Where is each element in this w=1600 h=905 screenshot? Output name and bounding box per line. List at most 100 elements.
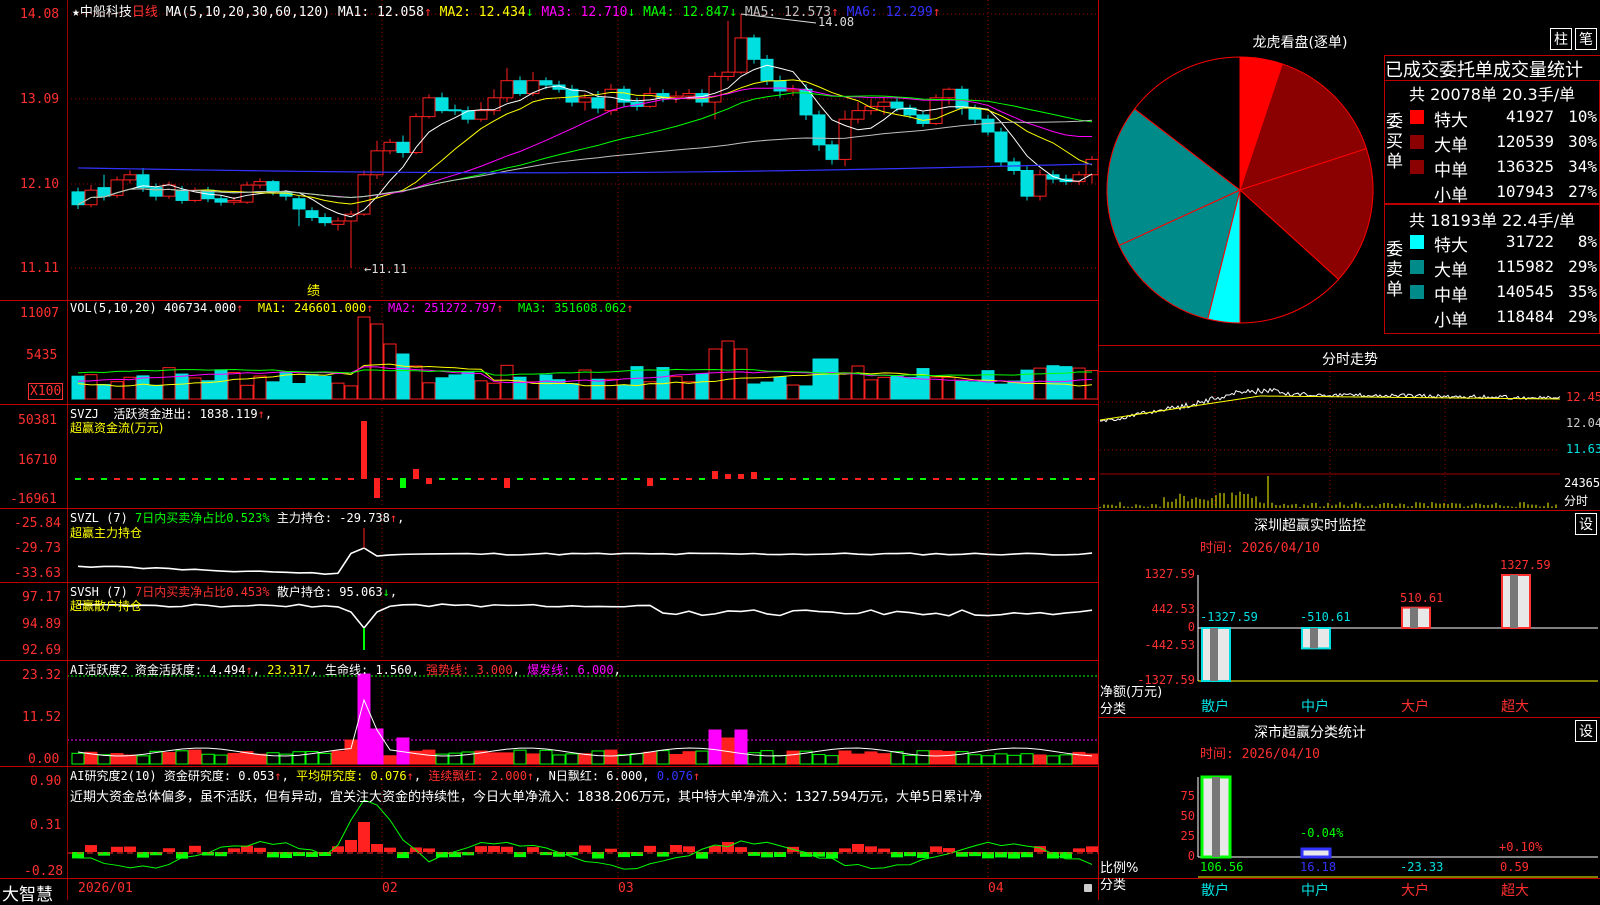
lock-icon[interactable] xyxy=(1084,884,1092,892)
ai-active-bar xyxy=(617,754,631,765)
svzj-bar xyxy=(621,478,627,480)
cls-category: 大户 xyxy=(1401,883,1429,899)
mon-bar-label: -510.61 xyxy=(1300,610,1351,624)
candle-down xyxy=(955,88,969,109)
svzj-bar xyxy=(179,478,185,480)
svzj-bar xyxy=(374,478,380,498)
vol-bar-up xyxy=(84,374,98,400)
vol-bar-down xyxy=(916,368,930,400)
buy-side-label: 委买单 xyxy=(1386,112,1403,172)
vol-bar-up xyxy=(422,382,436,400)
ai-active-bar xyxy=(175,750,189,765)
ai-active-bar xyxy=(1046,755,1060,765)
svzj-bar xyxy=(881,478,887,480)
candle-down xyxy=(266,181,280,193)
pillar-view-button[interactable]: 柱 xyxy=(1550,28,1572,50)
ai-active-bar xyxy=(825,755,839,765)
ma-arrow: ↓ xyxy=(729,5,745,20)
legend-swatch xyxy=(1410,285,1424,299)
svzj-bar xyxy=(569,478,575,480)
candle-up xyxy=(877,101,891,107)
ai-research-avg: 平均研究度: 0.076 xyxy=(296,769,407,783)
mon-bar-shade xyxy=(1410,607,1418,628)
candle-up xyxy=(123,174,137,181)
svzj-bar xyxy=(309,478,315,480)
ma60-line xyxy=(77,119,1093,206)
ai-active-bar xyxy=(981,755,995,765)
ai-active-bar xyxy=(1059,754,1073,765)
order-percent: 8% xyxy=(1577,232,1597,251)
vol-bar-up xyxy=(162,367,176,400)
stock-name: 中船科技 xyxy=(79,5,132,20)
svzj-bar xyxy=(465,478,471,480)
candle-down xyxy=(435,97,449,112)
ai-research-bar xyxy=(943,848,955,852)
vol-bar-up xyxy=(864,379,878,400)
ai-research-bar xyxy=(488,845,500,852)
sz-class-settings-button[interactable]: 设 xyxy=(1575,720,1597,742)
earnings-marker[interactable]: 绩 xyxy=(307,280,320,299)
ai-active-bar xyxy=(162,752,176,765)
period-label[interactable]: 日线 xyxy=(132,5,158,20)
intraday-divider xyxy=(1099,371,1600,372)
kline-chart-area[interactable] xyxy=(0,0,1600,900)
vol-ma2: MA2: 251272.797 xyxy=(387,301,497,315)
svzl-sub: 超赢主力持仓 xyxy=(70,526,143,540)
svzj-bar xyxy=(322,478,328,480)
svzj-bar xyxy=(608,478,614,480)
ai-active-bar xyxy=(760,750,774,765)
ai-active-bar xyxy=(487,752,501,765)
svzj-bar xyxy=(946,478,952,480)
ai-active-bar xyxy=(344,739,358,765)
svzj-bar xyxy=(595,478,601,480)
vol-bar-down xyxy=(903,376,917,400)
ai-active-bar xyxy=(604,749,618,765)
dragon-tab[interactable]: 已成交委托单成交量统计 xyxy=(1384,55,1600,82)
candle-up xyxy=(786,88,800,92)
candle-up xyxy=(708,75,722,103)
candle-up xyxy=(331,220,345,225)
sell-side-label: 委卖单 xyxy=(1386,240,1403,300)
svzj-bar xyxy=(855,478,861,480)
svzj-bar xyxy=(556,478,562,480)
ai-active-ytick: 0.00 xyxy=(28,752,60,767)
mon-bar-shade xyxy=(1210,628,1218,681)
vol-bar-down xyxy=(695,373,709,400)
cls-ytick: 0 xyxy=(1187,849,1195,863)
cls-category: 散户 xyxy=(1201,883,1229,899)
ma-arrow: ↑ xyxy=(423,5,440,20)
app-logo[interactable]: 大智慧 xyxy=(2,880,53,905)
cls-ytick: 75 xyxy=(1180,789,1195,803)
svzj-bar xyxy=(244,478,250,480)
chart-right-border xyxy=(1098,0,1099,900)
ai-active-bar xyxy=(500,752,514,765)
ai-active-header: AI活跃度2 资金活跃度: 4.494↑, 23.317, 生命线: 1.560… xyxy=(70,663,621,677)
ai-research-value: 资金研究度: 0.053 xyxy=(163,769,275,783)
candle-up xyxy=(526,80,540,95)
ai-active-bar xyxy=(812,754,826,765)
cls-ytick: 50 xyxy=(1180,809,1195,823)
candle-up xyxy=(253,181,267,186)
legend-swatch xyxy=(1410,135,1424,149)
candle-down xyxy=(448,109,462,112)
legend-swatch xyxy=(1410,260,1424,274)
ai-active-bar xyxy=(994,753,1008,765)
main-ytick: 11.11 xyxy=(20,261,60,276)
order-percent: 34% xyxy=(1568,157,1597,176)
pen-view-button[interactable]: 笔 xyxy=(1575,28,1597,50)
ai-research-bar xyxy=(839,848,851,852)
ai-active-bar xyxy=(539,749,553,765)
svzj-bar xyxy=(166,478,172,480)
order-volume: 120539 xyxy=(1496,132,1554,151)
order-volume: 41927 xyxy=(1505,107,1554,126)
favorite-star-icon[interactable]: ★ xyxy=(72,5,80,20)
vol-bar-down xyxy=(175,373,189,400)
sz-monitor-settings-button[interactable]: 设 xyxy=(1575,513,1597,535)
sz-monitor-xlabel: 分类 xyxy=(1100,702,1127,717)
ai-active-bar xyxy=(1007,754,1021,765)
cls-category: 中户 xyxy=(1301,883,1329,899)
dragon-title: 龙虎看盘(逐单) xyxy=(1252,35,1348,51)
intraday-ytick: 12.04 xyxy=(1566,416,1600,430)
ai-active-bar xyxy=(422,749,436,765)
cls-bar-value: -23.33 xyxy=(1400,860,1444,874)
